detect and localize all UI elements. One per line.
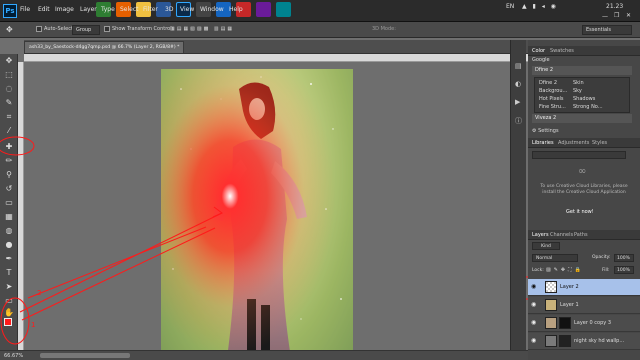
arrow-line <box>27 226 207 299</box>
arrow-line <box>21 227 216 321</box>
prop-row[interactable]: Backgrou... Sky <box>539 88 631 96</box>
layer-thumbnail <box>545 335 557 347</box>
tab-styles[interactable]: Styles <box>592 140 607 146</box>
visibility-eye-icon[interactable]: ◉ <box>531 338 538 344</box>
cc-message: To use Creative Cloud Libraries, please … <box>540 184 628 195</box>
layer-row-layer-2[interactable]: ◉ Layer 2 <box>528 279 640 296</box>
layer-mask-thumbnail <box>559 317 571 329</box>
tab-paths[interactable]: Paths <box>574 232 588 238</box>
tab-adjustments[interactable]: Adjustments <box>558 140 589 146</box>
blend-mode-dropdown[interactable]: Normal <box>532 254 578 262</box>
creative-cloud-icon: ∞ <box>578 166 587 177</box>
prop-row[interactable]: Hot Pixels Shadows <box>539 96 631 104</box>
color-panel-header: Color Swatches <box>528 46 640 56</box>
layer-thumbnail <box>545 281 557 293</box>
layer-name: Layer 1 <box>560 302 579 308</box>
visibility-eye-icon[interactable]: ◉ <box>531 320 538 326</box>
scroll-thumb[interactable] <box>40 353 130 358</box>
arrow-line <box>19 212 223 313</box>
lock-icons[interactable]: ▨✎✥⛶🔒 <box>546 267 584 273</box>
info-panel-icon[interactable]: ⓘ <box>515 116 522 126</box>
layer-filter-dropdown[interactable]: Kind <box>532 242 560 250</box>
brush-tool-highlight-circle <box>0 136 35 156</box>
tab-color[interactable]: Color <box>532 48 545 54</box>
layer-name: Layer 2 <box>560 284 579 290</box>
layer-thumbnail <box>545 299 557 311</box>
layers-panel-header: Layers Channels Paths <box>528 230 640 240</box>
layer-name: Layer 0 copy 3 <box>574 320 612 326</box>
color-swatch-highlight-circle <box>0 297 30 345</box>
google-collection-label: Google <box>532 57 550 63</box>
actions-panel-icon[interactable]: ▶ <box>515 98 520 106</box>
visibility-eye-icon[interactable]: ◉ <box>531 302 538 308</box>
layer-row-layer-0-copy-3[interactable]: ◉ Layer 0 copy 3 <box>528 315 640 332</box>
library-dropdown[interactable] <box>532 151 626 159</box>
layer-row-night-sky[interactable]: ◉ night sky hd wallp... <box>528 333 640 350</box>
opacity-label: Opacity: <box>592 255 611 260</box>
tab-channels[interactable]: Channels <box>550 232 573 238</box>
properties-panel-icon[interactable]: ◐ <box>515 80 521 88</box>
status-bar: 66.67% <box>0 350 528 360</box>
annotation-number: 1 <box>31 321 35 329</box>
libraries-panel-header: Libraries Adjustments Styles <box>528 138 640 148</box>
prop-row[interactable]: Fine Stru... Strong No... <box>539 104 631 112</box>
history-panel-icon[interactable]: ▤ <box>515 62 522 70</box>
layer-row-layer-1[interactable]: ◉ Layer 1 <box>528 297 640 314</box>
layer-name: night sky hd wallp... <box>574 338 625 344</box>
zoom-readout[interactable]: 66.67% <box>4 353 23 359</box>
arrow-head <box>212 206 223 218</box>
layer-thumbnail <box>545 317 557 329</box>
tab-libraries[interactable]: Libraries <box>532 140 554 146</box>
fill-input[interactable]: 100% <box>614 266 634 274</box>
properties-grid: Dfine 2 Skin Backgrou... Sky Hot Pixels Sha… <box>534 77 630 113</box>
settings-link[interactable]: ⚙ Settings <box>532 128 559 134</box>
fill-label: Fill: <box>602 268 610 273</box>
tab-layers[interactable]: Layers <box>532 232 549 238</box>
lock-label: Lock: <box>532 268 544 273</box>
prop-row[interactable]: Dfine 2 Skin <box>539 80 631 88</box>
tab-swatches[interactable]: Swatches <box>550 48 574 54</box>
viveza-group[interactable]: Viveza 2 <box>532 114 632 123</box>
opacity-input[interactable]: 100% <box>614 254 634 262</box>
get-it-now-link[interactable]: Get it now! <box>566 209 594 215</box>
dfine-group[interactable]: Dfine 2 <box>532 66 632 75</box>
visibility-eye-icon[interactable]: ◉ <box>531 284 538 290</box>
layer-mask-thumbnail <box>559 335 571 347</box>
annotation-number: 2 <box>37 289 41 297</box>
panel-dock: ▤ ◐ ▶ ⓘ <box>510 40 526 350</box>
